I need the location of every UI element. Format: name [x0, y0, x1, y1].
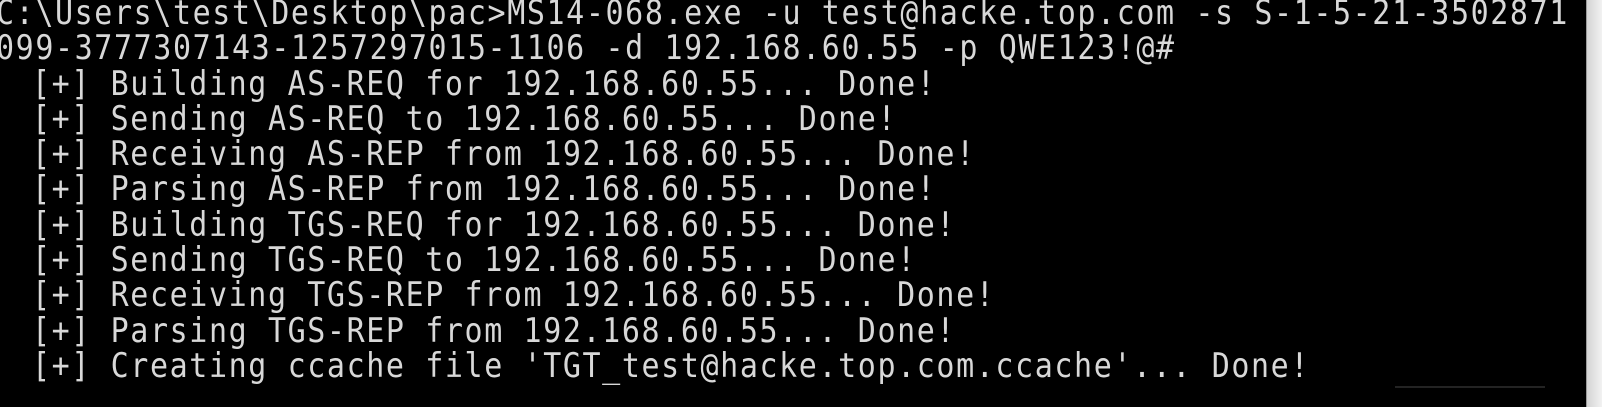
output-line: [+] Parsing TGS-REP from 192.168.60.55..…: [32, 311, 957, 351]
terminal-output: C:\Users\test\Desktop\pac>MS14-068.exe -…: [0, 0, 1569, 387]
output-line: [+] Building AS-REQ for 192.168.60.55...…: [32, 64, 937, 104]
vertical-scrollbar[interactable]: [1586, 0, 1602, 407]
output-line: [+] Sending TGS-REQ to 192.168.60.55... …: [32, 240, 917, 281]
output-line: [+] Building TGS-REQ for 192.168.60.55..…: [32, 205, 957, 245]
faded-watermark: [1395, 386, 1545, 396]
output-line: [+] Sending AS-REQ to 192.168.60.55... D…: [32, 99, 898, 139]
output-line: [+] Creating ccache file 'TGT_test@hacke…: [32, 346, 1310, 387]
terminal-window[interactable]: C:\Users\test\Desktop\pac>MS14-068.exe -…: [0, 0, 1586, 407]
command-line-continued: 099-3777307143-1257297015-1106 -d 192.16…: [0, 29, 1176, 69]
output-line: [+] Parsing AS-REP from 192.168.60.55...…: [32, 170, 937, 210]
output-line: [+] Receiving AS-REP from 192.168.60.55.…: [32, 135, 976, 175]
output-line: [+] Receiving TGS-REP from 192.168.60.55…: [32, 276, 996, 316]
